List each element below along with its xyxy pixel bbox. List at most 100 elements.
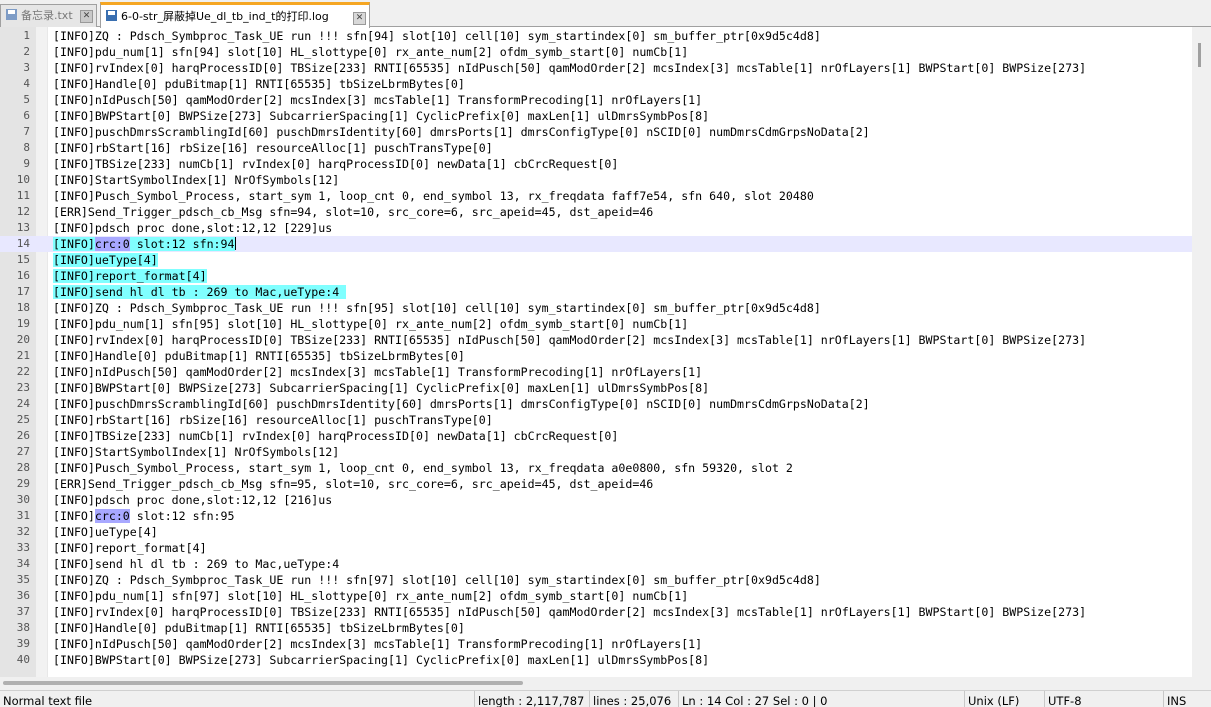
- line-number: 24: [16, 397, 30, 410]
- line-content: [INFO]nIdPusch[50] qamModOrder[2] mcsInd…: [53, 365, 703, 379]
- line-text: [INFO]puschDmrsScramblingId[60] puschDmr…: [53, 396, 870, 412]
- line-number: 31: [16, 509, 30, 522]
- vertical-scrollbar[interactable]: [1192, 27, 1211, 677]
- vertical-scroll-thumb[interactable]: [1198, 43, 1201, 67]
- line-content: [INFO]report_format[4]: [53, 541, 207, 555]
- editor-line[interactable]: 14 [INFO]crc:0 slot:12 sfn:94: [0, 236, 1192, 252]
- line-rest: slot:12 sfn:95: [129, 509, 235, 523]
- editor-line[interactable]: 8 [INFO]rbStart[16] rbSize[16] resourceAl…: [0, 140, 1192, 156]
- editor-line[interactable]: 19 [INFO]pdu_num[1] sfn[95] slot[10] HL_s…: [0, 316, 1192, 332]
- editor-line[interactable]: 9 [INFO]TBSize[233] numCb[1] rvIndex[0] h…: [0, 156, 1192, 172]
- editor-line[interactable]: 38 [INFO]Handle[0] pduBitmap[1] RNTI[6553…: [0, 620, 1192, 636]
- tab-label: 6-0-str_屏蔽掉Ue_dl_tb_ind_t的打印.log: [121, 10, 329, 23]
- status-encoding[interactable]: UTF-8: [1044, 691, 1163, 707]
- line-number: 16: [16, 269, 30, 282]
- editor-line[interactable]: 12 [ERR]Send_Trigger_pdsch_cb_Msg sfn=94,…: [0, 204, 1192, 220]
- editor-line[interactable]: 26 [INFO]TBSize[233] numCb[1] rvIndex[0] …: [0, 428, 1192, 444]
- line-text: [INFO]ZQ : Pdsch_Symbproc_Task_UE run !!…: [53, 572, 821, 588]
- editor-line[interactable]: 17 [INFO]send hl dl tb : 269 to Mac,ueTyp…: [0, 284, 1192, 300]
- horizontal-scrollbar[interactable]: [0, 677, 1211, 690]
- editor-line[interactable]: 25 [INFO]rbStart[16] rbSize[16] resourceA…: [0, 412, 1192, 428]
- line-text: [INFO]puschDmrsScramblingId[60] puschDmr…: [53, 124, 870, 140]
- status-insert-mode[interactable]: INS: [1163, 691, 1211, 707]
- line-content: [INFO]nIdPusch[50] qamModOrder[2] mcsInd…: [53, 93, 703, 107]
- editor-line[interactable]: 20 [INFO]rvIndex[0] harqProcessID[0] TBSi…: [0, 332, 1192, 348]
- line-text: [INFO]rvIndex[0] harqProcessID[0] TBSize…: [53, 60, 1086, 76]
- editor-line[interactable]: 4 [INFO]Handle[0] pduBitmap[1] RNTI[65535…: [0, 76, 1192, 92]
- line-text: [INFO]report_format[4]: [53, 268, 207, 284]
- line-text: [INFO]crc:0 slot:12 sfn:94: [53, 236, 236, 252]
- line-text: [INFO]BWPStart[0] BWPSize[273] Subcarrie…: [53, 108, 709, 124]
- line-content: [INFO]ueType[4]: [53, 253, 158, 267]
- line-content: [INFO]pdsch proc done,slot:12,12 [216]us: [53, 493, 333, 507]
- editor-line[interactable]: 15 [INFO]ueType[4]: [0, 252, 1192, 268]
- editor-line[interactable]: 18 [INFO]ZQ : Pdsch_Symbproc_Task_UE run …: [0, 300, 1192, 316]
- editor-line[interactable]: 39 [INFO]nIdPusch[50] qamModOrder[2] mcsI…: [0, 636, 1192, 652]
- line-number: 4: [23, 77, 30, 90]
- line-text: [INFO]pdu_num[1] sfn[97] slot[10] HL_slo…: [53, 588, 688, 604]
- line-text: [INFO]ZQ : Pdsch_Symbproc_Task_UE run !!…: [53, 300, 821, 316]
- editor-line[interactable]: 37 [INFO]rvIndex[0] harqProcessID[0] TBSi…: [0, 604, 1192, 620]
- line-number: 29: [16, 477, 30, 490]
- line-number: 40: [16, 653, 30, 666]
- editor-line[interactable]: 21 [INFO]Handle[0] pduBitmap[1] RNTI[6553…: [0, 348, 1192, 364]
- editor-line[interactable]: 33 [INFO]report_format[4]: [0, 540, 1192, 556]
- line-content: [INFO]rbStart[16] rbSize[16] resourceAll…: [53, 141, 493, 155]
- text-editor[interactable]: 1 [INFO]ZQ : Pdsch_Symbproc_Task_UE run !…: [0, 27, 1211, 690]
- editor-line[interactable]: 7 [INFO]puschDmrsScramblingId[60] puschDm…: [0, 124, 1192, 140]
- editor-line[interactable]: 40 [INFO]BWPStart[0] BWPSize[273] Subcarr…: [0, 652, 1192, 668]
- line-content: [INFO]Handle[0] pduBitmap[1] RNTI[65535]…: [53, 77, 465, 91]
- close-tab-icon[interactable]: ✕: [353, 12, 366, 25]
- editor-line[interactable]: 24 [INFO]puschDmrsScramblingId[60] puschD…: [0, 396, 1192, 412]
- line-text: [INFO]rvIndex[0] harqProcessID[0] TBSize…: [53, 332, 1086, 348]
- line-number: 36: [16, 589, 30, 602]
- line-number: 21: [16, 349, 30, 362]
- editor-lines[interactable]: 1 [INFO]ZQ : Pdsch_Symbproc_Task_UE run !…: [0, 28, 1192, 668]
- editor-line[interactable]: 23 [INFO]BWPStart[0] BWPSize[273] Subcarr…: [0, 380, 1192, 396]
- editor-line[interactable]: 34 [INFO]send hl dl tb : 269 to Mac,ueTyp…: [0, 556, 1192, 572]
- line-content: [INFO]Pusch_Symbol_Process, start_sym 1,…: [53, 461, 793, 475]
- editor-line[interactable]: 13 [INFO]pdsch proc done,slot:12,12 [229]…: [0, 220, 1192, 236]
- editor-line[interactable]: 28 [INFO]Pusch_Symbol_Process, start_sym …: [0, 460, 1192, 476]
- line-text: [INFO]Handle[0] pduBitmap[1] RNTI[65535]…: [53, 76, 465, 92]
- line-number: 35: [16, 573, 30, 586]
- line-text: [INFO]rvIndex[0] harqProcessID[0] TBSize…: [53, 604, 1086, 620]
- line-text: [INFO]TBSize[233] numCb[1] rvIndex[0] ha…: [53, 156, 618, 172]
- editor-line[interactable]: 11 [INFO]Pusch_Symbol_Process, start_sym …: [0, 188, 1192, 204]
- editor-line[interactable]: 2 [INFO]pdu_num[1] sfn[94] slot[10] HL_sl…: [0, 44, 1192, 60]
- line-content: [INFO]BWPStart[0] BWPSize[273] Subcarrie…: [53, 653, 710, 667]
- line-text: [INFO]ueType[4]: [53, 252, 158, 268]
- line-content: [INFO]StartSymbolIndex[1] NrOfSymbols[12…: [53, 445, 340, 459]
- line-number: 34: [16, 557, 30, 570]
- status-eol[interactable]: Unix (LF): [964, 691, 1044, 707]
- status-position: Ln : 14 Col : 27 Sel : 0 | 0: [678, 691, 964, 707]
- editor-line[interactable]: 27 [INFO]StartSymbolIndex[1] NrOfSymbols[…: [0, 444, 1192, 460]
- line-content: [INFO]puschDmrsScramblingId[60] puschDmr…: [53, 125, 870, 139]
- line-content: [INFO]ZQ : Pdsch_Symbproc_Task_UE run !!…: [53, 573, 821, 587]
- editor-line[interactable]: 30 [INFO]pdsch proc done,slot:12,12 [216]…: [0, 492, 1192, 508]
- tab-log-file[interactable]: 6-0-str_屏蔽掉Ue_dl_tb_ind_t的打印.log ✕: [100, 2, 370, 28]
- editor-line[interactable]: 32 [INFO]ueType[4]: [0, 524, 1192, 540]
- editor-line[interactable]: 3 [INFO]rvIndex[0] harqProcessID[0] TBSiz…: [0, 60, 1192, 76]
- editor-line[interactable]: 29 [ERR]Send_Trigger_pdsch_cb_Msg sfn=95,…: [0, 476, 1192, 492]
- horizontal-scroll-thumb[interactable]: [3, 681, 523, 685]
- editor-line[interactable]: 5 [INFO]nIdPusch[50] qamModOrder[2] mcsIn…: [0, 92, 1192, 108]
- editor-line[interactable]: 35 [INFO]ZQ : Pdsch_Symbproc_Task_UE run …: [0, 572, 1192, 588]
- line-content: [INFO]pdu_num[1] sfn[94] slot[10] HL_slo…: [53, 45, 689, 59]
- line-text: [INFO]nIdPusch[50] qamModOrder[2] mcsInd…: [53, 364, 702, 380]
- close-tab-icon[interactable]: ✕: [80, 10, 93, 23]
- editor-line[interactable]: 22 [INFO]nIdPusch[50] qamModOrder[2] mcsI…: [0, 364, 1192, 380]
- line-content: [INFO]Handle[0] pduBitmap[1] RNTI[65535]…: [53, 349, 465, 363]
- editor-line[interactable]: 1 [INFO]ZQ : Pdsch_Symbproc_Task_UE run !…: [0, 28, 1192, 44]
- status-lines: lines : 25,076: [589, 691, 678, 707]
- line-number: 12: [16, 205, 30, 218]
- tab-memo[interactable]: 备忘录.txt ✕: [0, 4, 97, 27]
- editor-line[interactable]: 16 [INFO]report_format[4]: [0, 268, 1192, 284]
- editor-line[interactable]: 10 [INFO]StartSymbolIndex[1] NrOfSymbols[…: [0, 172, 1192, 188]
- line-number: 9: [23, 157, 30, 170]
- editor-line[interactable]: 36 [INFO]pdu_num[1] sfn[97] slot[10] HL_s…: [0, 588, 1192, 604]
- editor-line[interactable]: 31 [INFO]crc:0 slot:12 sfn:95: [0, 508, 1192, 524]
- file-saved-icon: [106, 10, 117, 21]
- line-text: [INFO]StartSymbolIndex[1] NrOfSymbols[12…: [53, 172, 339, 188]
- editor-line[interactable]: 6 [INFO]BWPStart[0] BWPSize[273] Subcarri…: [0, 108, 1192, 124]
